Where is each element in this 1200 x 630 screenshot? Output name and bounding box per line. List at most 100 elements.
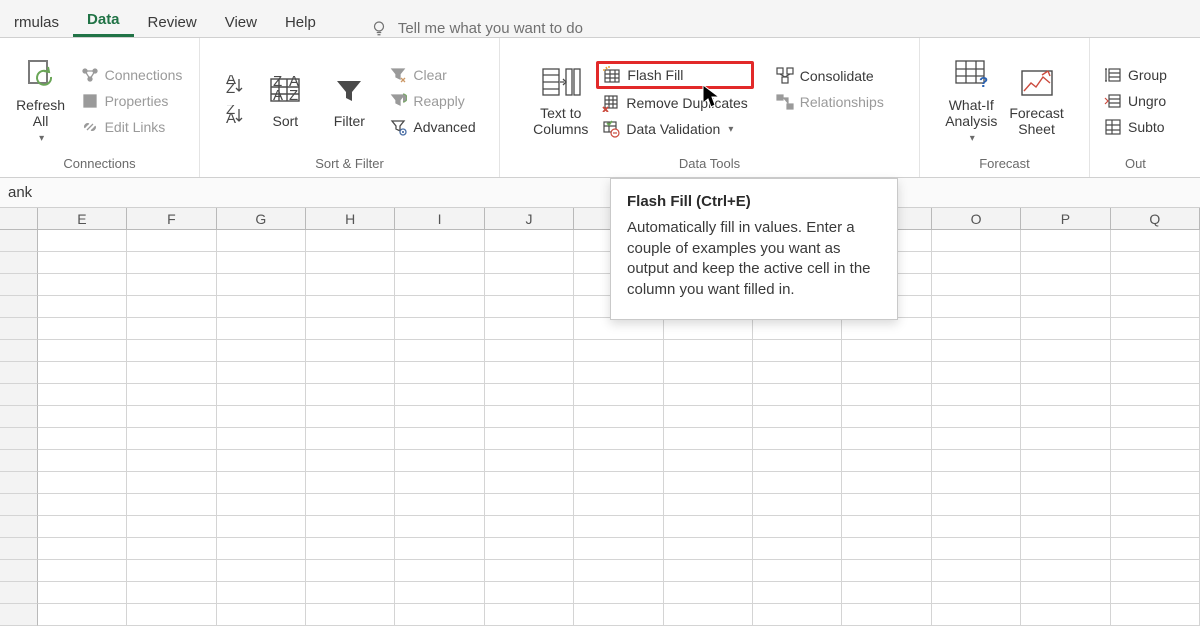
tab-view[interactable]: View — [211, 6, 271, 37]
cell[interactable] — [217, 274, 306, 296]
cell[interactable] — [664, 472, 753, 494]
formula-bar[interactable]: ank — [0, 178, 1200, 208]
cell[interactable] — [1111, 340, 1200, 362]
advanced-filter-button[interactable]: Advanced — [383, 115, 481, 139]
cell[interactable] — [395, 494, 484, 516]
row-header[interactable] — [0, 296, 38, 318]
row-header[interactable] — [0, 472, 38, 494]
cell[interactable] — [932, 538, 1021, 560]
cell[interactable] — [127, 274, 216, 296]
edit-links-button[interactable]: Edit Links — [75, 115, 189, 139]
sort-descending-button[interactable]: ZA — [217, 102, 251, 130]
cell[interactable] — [38, 384, 127, 406]
cell[interactable] — [664, 538, 753, 560]
row-header[interactable] — [0, 604, 38, 626]
cell[interactable] — [485, 230, 574, 252]
cell[interactable] — [932, 296, 1021, 318]
cell[interactable] — [217, 296, 306, 318]
cell[interactable] — [574, 604, 663, 626]
cell[interactable] — [395, 516, 484, 538]
cell[interactable] — [127, 604, 216, 626]
row-header[interactable] — [0, 494, 38, 516]
cell[interactable] — [753, 318, 842, 340]
cell[interactable] — [395, 296, 484, 318]
cell[interactable] — [932, 230, 1021, 252]
cell[interactable] — [932, 604, 1021, 626]
cell[interactable] — [306, 296, 395, 318]
cell[interactable] — [395, 472, 484, 494]
cell[interactable] — [127, 428, 216, 450]
cell[interactable] — [574, 362, 663, 384]
cell[interactable] — [217, 538, 306, 560]
cell[interactable] — [753, 472, 842, 494]
cell[interactable] — [842, 406, 931, 428]
cell[interactable] — [38, 252, 127, 274]
cell[interactable] — [1021, 274, 1110, 296]
cell[interactable] — [753, 560, 842, 582]
cell[interactable] — [932, 340, 1021, 362]
cell[interactable] — [1111, 516, 1200, 538]
cell[interactable] — [664, 362, 753, 384]
cell[interactable] — [395, 340, 484, 362]
cell[interactable] — [217, 384, 306, 406]
cell[interactable] — [753, 516, 842, 538]
cell[interactable] — [574, 428, 663, 450]
cell[interactable] — [306, 252, 395, 274]
cell[interactable] — [932, 582, 1021, 604]
cell[interactable] — [306, 428, 395, 450]
cell[interactable] — [1111, 428, 1200, 450]
cell[interactable] — [1021, 516, 1110, 538]
cell[interactable] — [932, 472, 1021, 494]
cell[interactable] — [217, 604, 306, 626]
cell[interactable] — [127, 538, 216, 560]
cell[interactable] — [1111, 538, 1200, 560]
filter-button[interactable]: Filter — [319, 69, 379, 133]
col-header[interactable]: H — [306, 208, 395, 230]
cell[interactable] — [395, 406, 484, 428]
cell[interactable] — [1111, 560, 1200, 582]
col-header[interactable]: F — [127, 208, 216, 230]
cell[interactable] — [1021, 318, 1110, 340]
cell[interactable] — [217, 472, 306, 494]
cell[interactable] — [127, 516, 216, 538]
row-header[interactable] — [0, 516, 38, 538]
cell[interactable] — [395, 538, 484, 560]
cell[interactable] — [485, 560, 574, 582]
cell[interactable] — [574, 406, 663, 428]
cell[interactable] — [127, 494, 216, 516]
ungroup-rows-button[interactable]: Ungro — [1098, 89, 1173, 113]
cell[interactable] — [842, 516, 931, 538]
cell[interactable] — [932, 450, 1021, 472]
cell[interactable] — [932, 252, 1021, 274]
cell[interactable] — [38, 538, 127, 560]
cell[interactable] — [842, 604, 931, 626]
row-header[interactable] — [0, 230, 38, 252]
cell[interactable] — [485, 318, 574, 340]
cell[interactable] — [395, 604, 484, 626]
connections-button[interactable]: Connections — [75, 63, 189, 87]
cell[interactable] — [1021, 560, 1110, 582]
cell[interactable] — [306, 560, 395, 582]
cell[interactable] — [1021, 582, 1110, 604]
cell[interactable] — [306, 582, 395, 604]
cell[interactable] — [38, 472, 127, 494]
cell[interactable] — [842, 340, 931, 362]
tab-review[interactable]: Review — [134, 6, 211, 37]
cell[interactable] — [38, 450, 127, 472]
row-header[interactable] — [0, 340, 38, 362]
row-header[interactable] — [0, 428, 38, 450]
cell[interactable] — [664, 450, 753, 472]
spreadsheet-grid[interactable]: E F G H I J K L M N O P Q — [0, 208, 1200, 626]
cell[interactable] — [1111, 230, 1200, 252]
cell[interactable] — [485, 582, 574, 604]
cell[interactable] — [842, 428, 931, 450]
cell[interactable] — [395, 582, 484, 604]
cell[interactable] — [574, 494, 663, 516]
cell[interactable] — [842, 560, 931, 582]
cell[interactable] — [1021, 472, 1110, 494]
cell[interactable] — [127, 318, 216, 340]
col-header[interactable]: O — [932, 208, 1021, 230]
cell[interactable] — [38, 362, 127, 384]
cell[interactable] — [306, 362, 395, 384]
row-header[interactable] — [0, 318, 38, 340]
